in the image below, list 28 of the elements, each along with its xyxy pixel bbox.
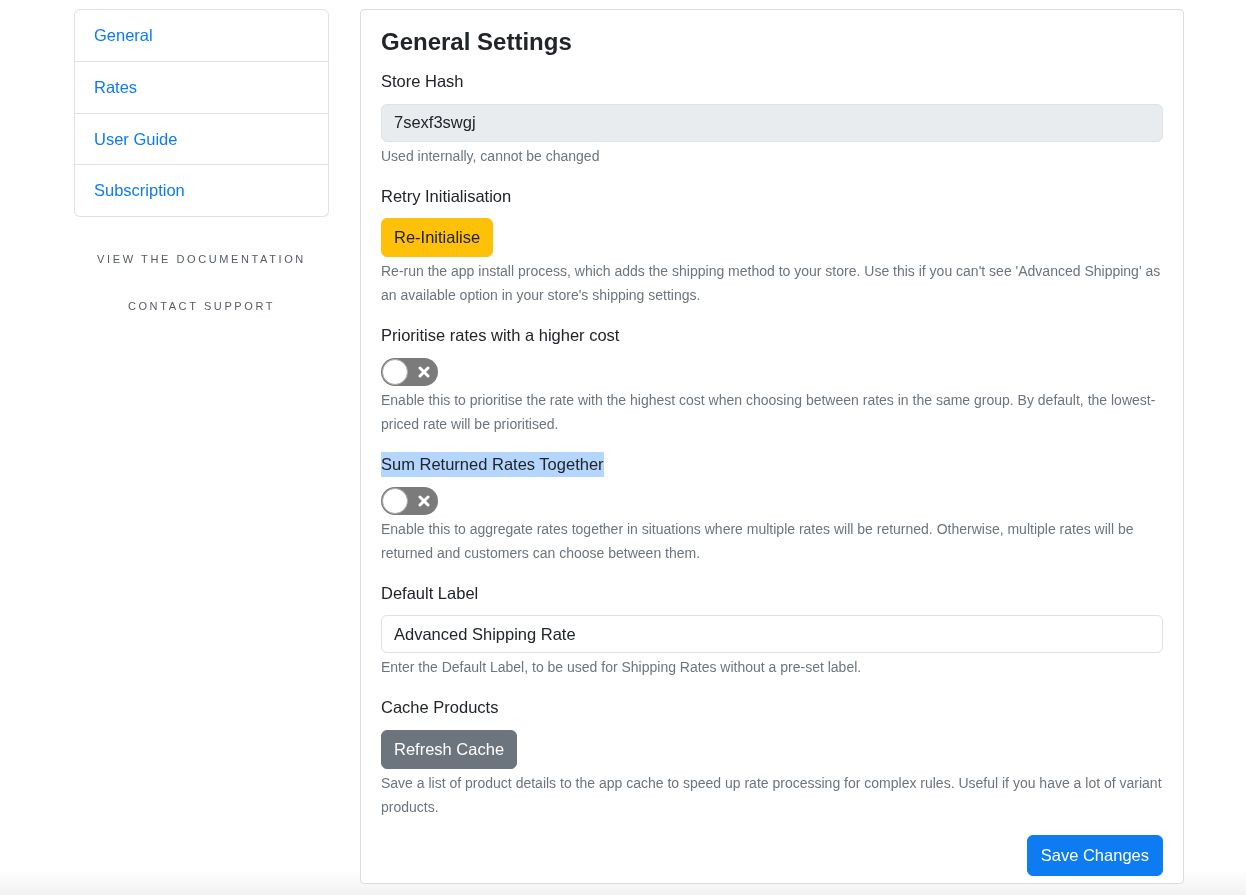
help-text: Re-run the app install process, which adds the shipping method to your store. Use this if you can't see 'Advanced Shipping' as an available option in your store's shipping settings. — [381, 262, 1162, 306]
cross-icon — [418, 365, 430, 378]
help-text: Save a list of product details to the app cache to speed up rate processing for complex rules. Useful if you have a lot of variant products. — [381, 773, 1163, 817]
sidebar-item[interactable]: Subscription — [74, 165, 329, 217]
field-label: Store Hash — [381, 70, 464, 92]
re-initialise-button[interactable]: Re-Initialise — [381, 218, 494, 258]
text-field[interactable]: Advanced Shipping Rate — [381, 615, 1163, 654]
sidebar-item[interactable]: User Guide — [74, 113, 329, 166]
refresh-cache-button[interactable]: Refresh Cache — [381, 730, 518, 769]
sidebar-link[interactable]: CONTACT SUPPORT — [74, 297, 329, 314]
cross-icon — [418, 494, 430, 507]
field-label: Sum Returned Rates Together — [381, 451, 604, 477]
toggle-switch[interactable] — [381, 357, 438, 386]
field-label: Default Label — [381, 582, 479, 604]
sidebar-item[interactable]: Rates — [74, 61, 329, 114]
sidebar-item[interactable]: General — [74, 9, 329, 62]
help-text: Enable this to prioritise the rate with the highest cost when choosing between rates in the same group. By default, the lowest-priced rate will be prioritised. — [381, 390, 1157, 434]
save-changes-button[interactable]: Save Changes — [1026, 834, 1163, 876]
page-title: General Settings — [381, 28, 573, 57]
toggle-switch[interactable] — [381, 486, 438, 515]
field-label: Cache Products — [381, 697, 499, 719]
field-label: Retry Initialisation — [381, 185, 512, 207]
help-text: Enable this to aggregate rates together in situations where multiple rates will be returned. Otherwise, multiple rates will be returned and customers can choose between them. — [381, 519, 1135, 563]
sidebar-link[interactable]: VIEW THE DOCUMENTATION — [74, 251, 329, 268]
help-text: Used internally, cannot be changed — [381, 146, 601, 166]
field-label: Prioritise rates with a higher cost — [381, 325, 620, 347]
help-text: Enter the Default Label, to be used for Shipping Rates without a pre-set label. — [381, 658, 863, 678]
store-hash-field[interactable]: 7sexf3swgj — [381, 103, 1163, 142]
